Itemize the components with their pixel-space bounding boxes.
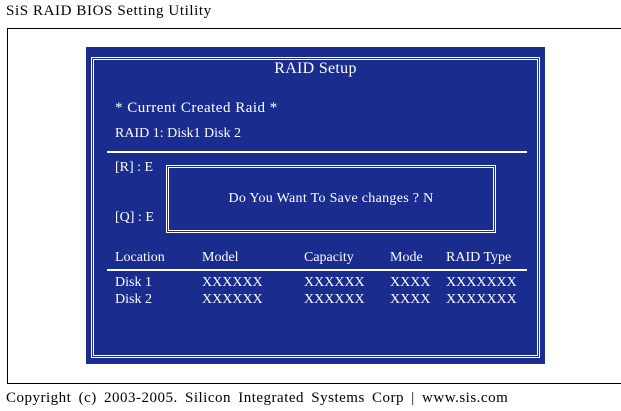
cell-model: XXXXXX (202, 292, 263, 307)
current-created-raid-label: * Current Created Raid * (115, 100, 278, 116)
raid1-info: RAID 1: Disk1 Disk 2 (115, 126, 242, 141)
cell-capacity: XXXXXX (304, 292, 365, 307)
table-divider (107, 269, 527, 271)
raid-setup-panel: RAID Setup * Current Created Raid * RAID… (86, 47, 545, 364)
column-header-location: Location (115, 250, 165, 265)
app-title: SiS RAID BIOS Setting Utility (6, 3, 212, 19)
cell-location: Disk 2 (115, 292, 152, 307)
cell-model: XXXXXX (202, 275, 263, 290)
cell-raid-type: XXXXXXX (446, 275, 517, 290)
cell-mode: XXXX (390, 275, 431, 290)
save-changes-dialog[interactable]: Do You Want To Save changes ? N (166, 165, 496, 233)
cell-location: Disk 1 (115, 275, 152, 290)
panel-title: RAID Setup (268, 60, 363, 78)
divider (107, 151, 527, 153)
key-hint-r: [R] : E (115, 160, 154, 175)
panel-border: RAID Setup * Current Created Raid * RAID… (91, 57, 540, 358)
cell-mode: XXXX (390, 292, 431, 307)
column-header-capacity: Capacity (304, 250, 354, 265)
column-header-model: Model (202, 250, 239, 265)
bios-screen: SiS RAID BIOS Setting Utility RAID Setup… (0, 0, 621, 411)
column-header-mode: Mode (390, 250, 423, 265)
save-changes-prompt[interactable]: Do You Want To Save changes ? N (169, 191, 493, 207)
cell-raid-type: XXXXXXX (446, 292, 517, 307)
key-hint-q: [Q] : E (115, 210, 154, 225)
cell-capacity: XXXXXX (304, 275, 365, 290)
column-header-raid-type: RAID Type (446, 250, 512, 265)
copyright-footer: Copyright (c) 2003-2005. Silicon Integra… (6, 390, 509, 406)
